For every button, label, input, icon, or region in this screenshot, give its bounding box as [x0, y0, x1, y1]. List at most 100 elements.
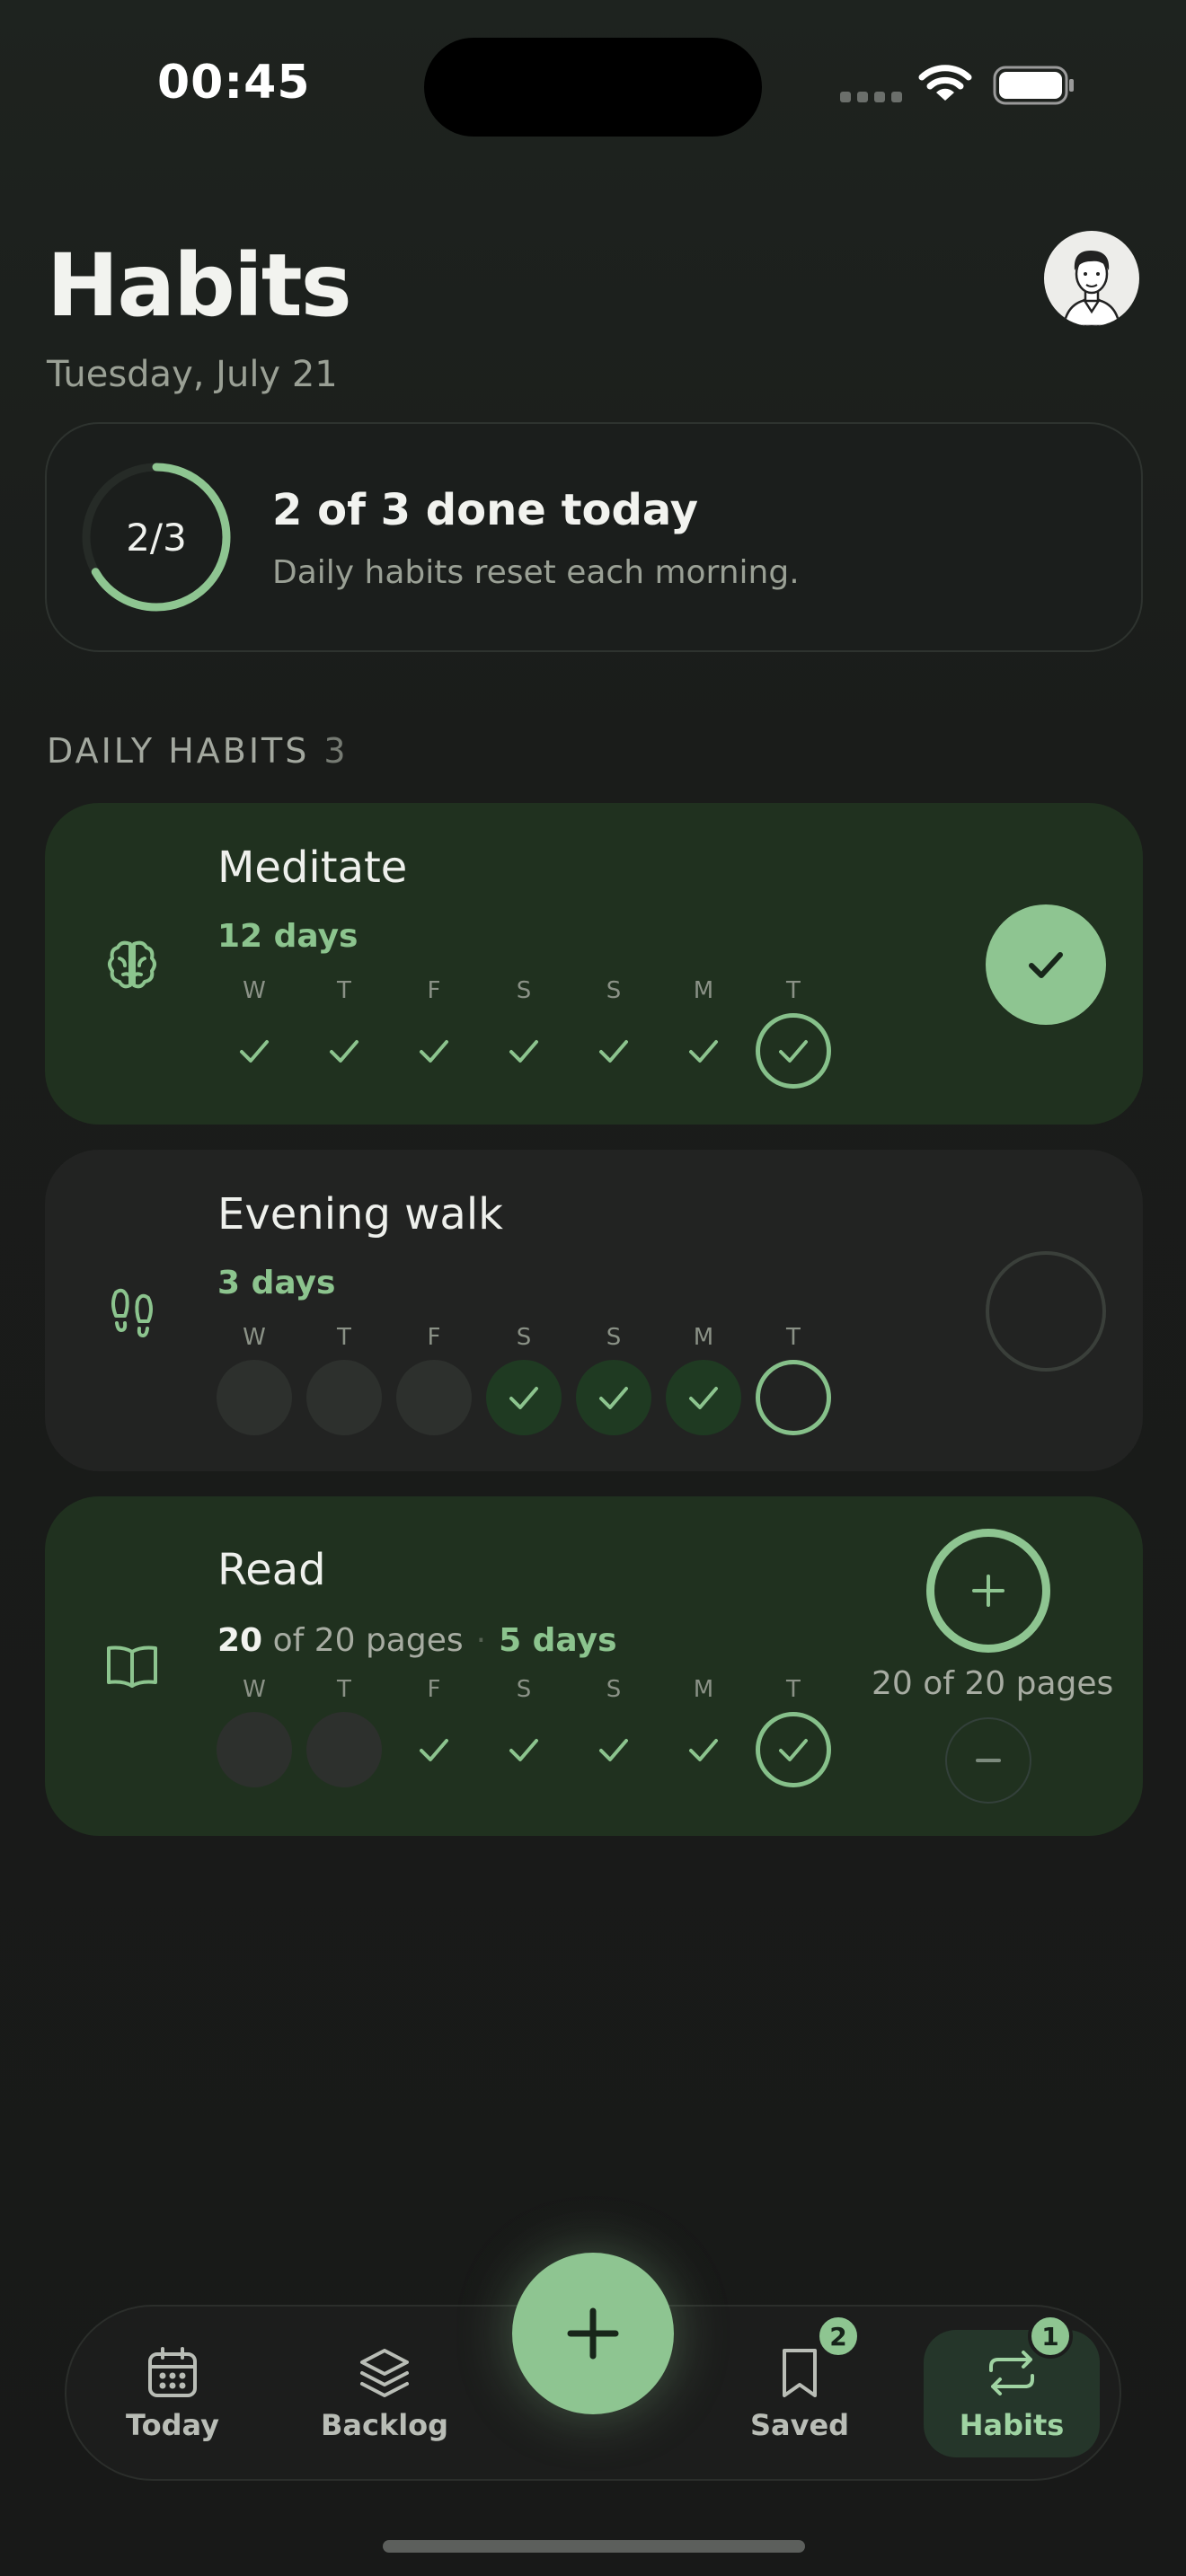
- check-icon: [779, 1040, 808, 1063]
- day-completed: [486, 1712, 562, 1787]
- check-icon: [1029, 952, 1063, 978]
- day-label: T: [337, 977, 351, 1004]
- day-today-completed: [756, 1712, 831, 1787]
- habits-count-badge: 1: [1028, 2314, 1073, 2359]
- wifi-icon: [918, 65, 972, 101]
- check-icon: [240, 1040, 269, 1063]
- progress-current: 20: [217, 1622, 263, 1659]
- status-time: 00:45: [157, 56, 311, 110]
- day-label: S: [516, 977, 532, 1004]
- week-tracker: WTFSSMT: [209, 977, 838, 1089]
- day-cell: T: [748, 977, 838, 1089]
- day-label: M: [693, 1676, 714, 1703]
- day-cell: T: [748, 1676, 838, 1787]
- day-label: W: [243, 1324, 266, 1351]
- dynamic-island: [424, 38, 762, 137]
- day-label: M: [693, 1324, 714, 1351]
- tab-backlog[interactable]: Backlog: [295, 2330, 474, 2457]
- check-icon: [509, 1040, 538, 1063]
- day-label: T: [337, 1676, 351, 1703]
- day-cell: W: [209, 1676, 299, 1787]
- complete-toggle-unchecked[interactable]: [986, 1251, 1106, 1372]
- check-icon: [509, 1739, 538, 1761]
- habit-name: Meditate: [217, 842, 408, 893]
- repeat-icon: [989, 2351, 1034, 2395]
- day-cell: W: [209, 1324, 299, 1435]
- decrement-button[interactable]: [945, 1717, 1031, 1804]
- day-today-pending: [756, 1360, 831, 1435]
- day-completed: [666, 1712, 741, 1787]
- check-icon: [509, 1387, 538, 1409]
- complete-toggle-checked[interactable]: [986, 904, 1106, 1025]
- brain-icon: [80, 912, 184, 1016]
- calendar-icon: [148, 2347, 197, 2397]
- day-label: S: [606, 1324, 622, 1351]
- section-count: 3: [323, 731, 349, 771]
- day-label: W: [243, 1676, 266, 1703]
- day-label: S: [516, 1676, 532, 1703]
- day-cell: S: [569, 1676, 659, 1787]
- day-completed: [576, 1013, 651, 1089]
- day-missed: [306, 1712, 382, 1787]
- day-missed: [396, 1360, 472, 1435]
- check-icon: [330, 1040, 358, 1063]
- signal-icon: [840, 92, 903, 104]
- summary-subtitle: Daily habits reset each morning.: [272, 554, 800, 591]
- habit-streak: 12 days: [217, 918, 358, 955]
- day-label: W: [243, 977, 266, 1004]
- day-completed: [486, 1360, 562, 1435]
- minus-icon: [976, 1759, 1001, 1762]
- day-completed: [666, 1013, 741, 1089]
- habit-streak: 5 days: [499, 1622, 617, 1659]
- add-habit-button[interactable]: [512, 2253, 674, 2414]
- day-cell: M: [659, 1676, 748, 1787]
- day-label: F: [427, 1676, 441, 1703]
- day-cell: T: [299, 1676, 389, 1787]
- progress-ring-label: 2/3: [126, 515, 187, 560]
- tab-habits[interactable]: Habits: [924, 2330, 1100, 2457]
- day-label: S: [516, 1324, 532, 1351]
- check-icon: [689, 1739, 718, 1761]
- avatar[interactable]: [1044, 231, 1139, 326]
- bookmark-icon: [783, 2349, 817, 2397]
- tab-saved[interactable]: Saved: [710, 2330, 890, 2457]
- day-label: M: [693, 977, 714, 1004]
- day-label: S: [606, 977, 622, 1004]
- day-completed: [306, 1013, 382, 1089]
- check-icon: [420, 1040, 448, 1063]
- tab-label: Today: [126, 2408, 219, 2442]
- day-label: F: [427, 1324, 441, 1351]
- check-icon: [599, 1040, 628, 1063]
- layers-icon: [360, 2349, 409, 2397]
- footprints-icon: [80, 1258, 184, 1363]
- check-icon: [779, 1739, 808, 1761]
- tab-today[interactable]: Today: [83, 2330, 262, 2457]
- day-missed: [217, 1360, 292, 1435]
- day-cell: T: [748, 1324, 838, 1435]
- section-header: DAILY HABITS 3: [47, 731, 349, 771]
- summary-title: 2 of 3 done today: [272, 485, 699, 535]
- day-cell: S: [479, 1324, 569, 1435]
- habit-progress: 20 of 20 pages · 5 days: [217, 1622, 617, 1659]
- day-label: T: [786, 1324, 801, 1351]
- increment-button[interactable]: [926, 1529, 1050, 1653]
- progress-total: of 20 pages: [272, 1622, 464, 1659]
- day-cell: S: [569, 977, 659, 1089]
- plus-icon: [972, 1575, 1005, 1607]
- check-icon: [689, 1040, 718, 1063]
- page-title: Habits: [47, 235, 352, 336]
- day-cell: W: [209, 977, 299, 1089]
- page-date: Tuesday, July 21: [47, 354, 338, 395]
- day-today-completed: [756, 1013, 831, 1089]
- week-tracker: WTFSSMT: [209, 1324, 838, 1435]
- day-label: T: [786, 977, 801, 1004]
- saved-count-badge: 2: [816, 2314, 861, 2359]
- day-completed: [486, 1013, 562, 1089]
- home-indicator: [383, 2540, 805, 2553]
- day-cell: S: [569, 1324, 659, 1435]
- habit-streak: 3 days: [217, 1265, 336, 1301]
- day-missed: [217, 1712, 292, 1787]
- day-completed: [396, 1712, 472, 1787]
- day-cell: F: [389, 1676, 479, 1787]
- day-cell: S: [479, 1676, 569, 1787]
